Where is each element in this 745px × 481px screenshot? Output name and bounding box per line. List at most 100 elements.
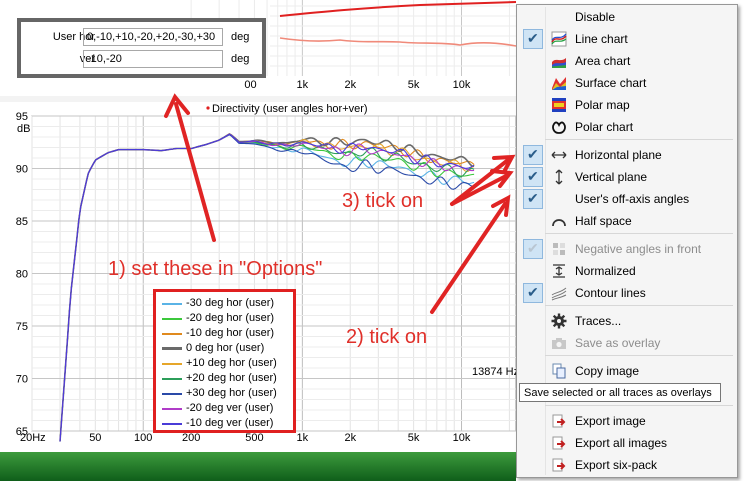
menu-item-surface-chart[interactable]: Surface chart [519,72,735,94]
top-x-tick-label: 2k [344,79,356,91]
polar-map-icon [552,98,566,112]
check-indicator: ✔ [523,145,543,165]
menu-item-label: Negative angles in front [575,242,702,256]
menu-separator [545,355,733,356]
legend-swatch [162,393,182,395]
menu-item-label: Export image [575,414,646,428]
top-x-tick-label: 1k [297,79,309,91]
legend-swatch [162,333,182,335]
menu-item-user-s-off-axis-angles[interactable]: ✔ User's off-axis angles [519,188,735,210]
checkmark-icon: ✔ [527,190,539,206]
check-indicator [523,73,543,93]
menu-item-traces[interactable]: Traces... [519,310,735,332]
x-tick-label: 100 [134,432,152,444]
copy-icon [552,363,566,379]
menu-item-label: Line chart [575,32,628,46]
frequency-readout: 13874 Hz [472,366,519,378]
legend-item: -20 deg hor (user) [162,312,292,325]
menu-item-label: Copy image [575,364,640,378]
line-chart-icon [551,31,567,47]
surface-chart-icon [552,77,566,90]
menu-item-label: Polar map [575,98,630,112]
blank-icon [551,191,567,207]
menu-item-label: Half space [575,214,632,228]
chart-title: Directivity (user angles hor+ver) [212,103,368,115]
user-hor-input[interactable]: 0,-10,+10,-20,+20,-30,+30 [83,28,223,46]
area-chart-icon [552,58,566,68]
check-indicator [523,211,543,231]
title-marker-dot [206,106,210,110]
legend-label: -10 deg hor (user) [186,327,275,339]
menu-item-label: Horizontal plane [575,148,662,162]
menu-item-export-all-images[interactable]: Export all images [519,432,735,454]
checkmark-icon: ✔ [527,284,539,300]
legend-item: 0 deg hor (user) [162,342,292,355]
user-ver-unit: deg [231,53,250,65]
menu-item-export-six-pack[interactable]: Export six-pack [519,454,735,476]
y-tick-label: 85 [16,216,28,228]
menu-item-copy-image[interactable]: Copy image [519,360,735,382]
menu-item-export-image[interactable]: Export image [519,410,735,432]
menu-item-horizontal-plane[interactable]: ✔ Horizontal plane [519,144,735,166]
legend-item: +30 deg hor (user) [162,387,292,400]
menu-item-polar-chart[interactable]: Polar chart [519,116,735,138]
legend-swatch [162,423,182,425]
legend-label: +10 deg hor (user) [186,357,277,369]
legend-swatch [162,363,182,365]
x-tick-label: 2k [344,432,356,444]
top-x-tick-label: 00 [244,79,256,91]
menu-separator [545,405,733,406]
check-indicator: ✔ [523,239,543,259]
menu-item-label: Vertical plane [575,170,648,184]
polar-chart-icon [552,121,566,134]
menu-item-label: Polar chart [575,120,634,134]
menu-item-area-chart[interactable]: Area chart [519,50,735,72]
checkmark-icon: ✔ [527,240,539,256]
checkmark-icon: ✔ [527,168,539,184]
menu-separator [545,233,733,234]
menu-item-line-chart[interactable]: ✔ Line chart [519,28,735,50]
menu-item-contour-lines[interactable]: ✔ Contour lines [519,282,735,304]
check-indicator [523,7,543,27]
menu-item-label: Surface chart [575,76,647,90]
menu-item-polar-map[interactable]: Polar map [519,94,735,116]
check-indicator: ✔ [523,189,543,209]
menu-item-label: Save as overlay [575,336,661,350]
menu-item-normalized[interactable]: Normalized [519,260,735,282]
x-axis-labels: 20Hz 50 100 200 500 1k 2k 5k 10k [20,432,471,444]
legend-label: -30 deg hor (user) [186,297,275,309]
menu-item-disable[interactable]: Disable [519,6,735,28]
annotation-step3: 3) tick on [342,190,424,212]
menu-item-label: Disable [575,10,616,24]
normalized-icon [553,264,565,278]
user-ver-input[interactable]: -10,-20 [83,50,223,68]
blank-icon [551,9,567,25]
y-tick-label: 80 [16,269,28,281]
checkmark-icon: ✔ [527,146,539,162]
half-space-icon [552,219,566,227]
check-indicator [523,261,543,281]
check-indicator [523,117,543,137]
user-hor-row: User hor 0,-10,+10,-20,+20,-30,+30 deg [21,28,262,48]
menu-item-vertical-plane[interactable]: ✔ Vertical plane [519,166,735,188]
annotation-step1: 1) set these in "Options" [108,258,323,280]
menu-item-negative-angles-in-front: ✔ Negative angles in front [519,238,735,260]
contour-lines-icon [551,287,567,301]
legend-swatch [162,378,182,380]
export-icon [552,458,566,472]
export-icon [552,414,566,428]
legend-label: +20 deg hor (user) [186,372,277,384]
menu-item-label: Area chart [575,54,631,68]
x-tick-label: 50 [89,432,101,444]
check-indicator [523,455,543,475]
check-indicator: ✔ [523,167,543,187]
annotation-step2: 2) tick on [346,326,428,348]
menu-item-label: Contour lines [575,286,646,300]
legend-item: +20 deg hor (user) [162,372,292,385]
legend-item: -20 deg ver (user) [162,402,292,415]
check-indicator [523,361,543,381]
legend-box: -30 deg hor (user) -20 deg hor (user) -1… [153,289,296,433]
menu-item-half-space[interactable]: Half space [519,210,735,232]
menu-item-label: Normalized [575,264,636,278]
menu-separator [545,139,733,140]
